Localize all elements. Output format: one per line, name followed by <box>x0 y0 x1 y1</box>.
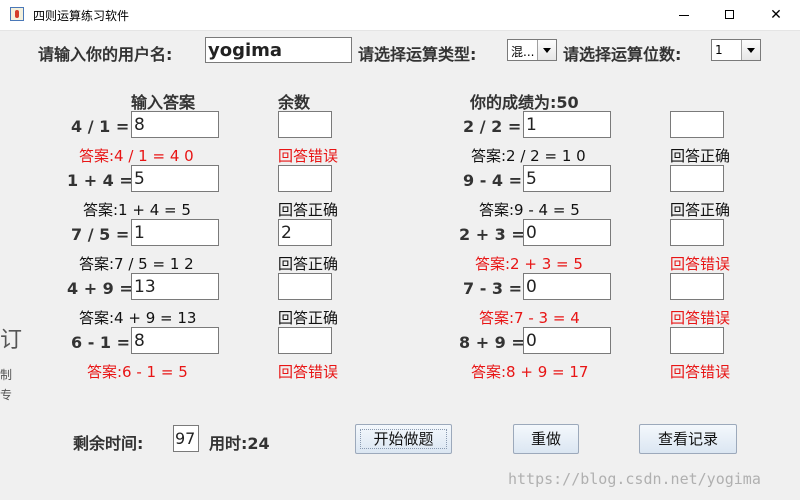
username-input[interactable] <box>205 37 352 63</box>
background-window-fragment: 订 <box>0 328 23 353</box>
correct-answer-text: 答案:9 - 4 = 5 <box>479 201 580 219</box>
answer-input[interactable] <box>523 219 611 246</box>
watermark-text: https://blog.csdn.net/yogima <box>508 470 761 488</box>
result-status: 回答正确 <box>278 201 339 219</box>
correct-answer-text: 答案:8 + 9 = 17 <box>471 363 589 381</box>
correct-answer-text: 答案:4 + 9 = 13 <box>79 309 197 327</box>
elapsed-time-label: 用时:24 <box>209 434 270 453</box>
remainder-input[interactable] <box>278 165 332 192</box>
remainder-input[interactable] <box>670 111 724 138</box>
digits-value: 1 <box>715 43 723 57</box>
problem-expression: 4 / 1 = <box>71 117 130 136</box>
remainder-input[interactable] <box>278 327 332 354</box>
answer-input[interactable] <box>131 273 219 300</box>
operation-type-value: 混... <box>511 45 535 59</box>
correct-answer-text: 答案:7 / 5 = 1 2 <box>79 255 194 273</box>
remaining-time-value <box>173 425 199 452</box>
result-status: 回答正确 <box>670 201 731 219</box>
remainder-input[interactable] <box>278 111 332 138</box>
digits-label: 请选择运算位数: <box>563 45 682 64</box>
answer-input[interactable] <box>523 165 611 192</box>
remainder-column-header: 余数 <box>278 93 311 112</box>
result-status: 回答错误 <box>670 255 731 273</box>
result-status: 回答正确 <box>278 309 339 327</box>
correct-answer-text: 答案:1 + 4 = 5 <box>83 201 191 219</box>
redo-button[interactable]: 重做 <box>513 424 579 454</box>
remainder-input[interactable] <box>670 273 724 300</box>
answer-column-header: 输入答案 <box>131 93 196 112</box>
remaining-time-label: 剩余时间: <box>73 434 144 453</box>
problem-expression: 1 + 4 = <box>67 171 133 190</box>
result-status: 回答错误 <box>278 147 339 165</box>
answer-input[interactable] <box>523 327 611 354</box>
remainder-input[interactable] <box>670 165 724 192</box>
view-records-button[interactable]: 查看记录 <box>639 424 737 454</box>
maximize-button[interactable] <box>707 0 753 30</box>
result-status: 回答错误 <box>670 363 731 381</box>
remainder-input[interactable] <box>670 327 724 354</box>
username-label: 请输入你的用户名: <box>38 45 173 64</box>
correct-answer-text: 答案:7 - 3 = 4 <box>479 309 580 327</box>
operation-type-label: 请选择运算类型: <box>358 45 477 64</box>
remainder-input[interactable] <box>670 219 724 246</box>
problem-expression: 2 + 3 = <box>459 225 525 244</box>
close-button[interactable]: ✕ <box>753 0 799 30</box>
problem-expression: 2 / 2 = <box>463 117 522 136</box>
digits-select[interactable]: 1 <box>711 39 761 61</box>
score-label: 你的成绩为:50 <box>470 93 579 112</box>
chevron-down-icon[interactable] <box>537 40 556 60</box>
answer-input[interactable] <box>523 273 611 300</box>
answer-input[interactable] <box>131 327 219 354</box>
answer-input[interactable] <box>131 219 219 246</box>
background-window-fragment: 专 <box>0 388 13 402</box>
minimize-button[interactable] <box>661 0 707 30</box>
correct-answer-text: 答案:4 / 1 = 4 0 <box>79 147 194 165</box>
operation-type-select[interactable]: 混... <box>507 39 557 61</box>
problem-expression: 9 - 4 = <box>463 171 523 190</box>
problem-expression: 8 + 9 = <box>459 333 525 352</box>
answer-input[interactable] <box>523 111 611 138</box>
chevron-down-icon[interactable] <box>741 40 760 60</box>
correct-answer-text: 答案:2 / 2 = 1 0 <box>471 147 586 165</box>
answer-input[interactable] <box>131 111 219 138</box>
java-app-icon <box>10 7 24 21</box>
remainder-input[interactable] <box>278 219 332 246</box>
correct-answer-text: 答案:6 - 1 = 5 <box>87 363 188 381</box>
problem-expression: 7 - 3 = <box>463 279 523 298</box>
answer-input[interactable] <box>131 165 219 192</box>
title-bar: 四则运算练习软件 ✕ <box>0 0 800 31</box>
result-status: 回答错误 <box>278 363 339 381</box>
result-status: 回答正确 <box>670 147 731 165</box>
start-button[interactable]: 开始做题 <box>355 424 452 454</box>
window-title: 四则运算练习软件 <box>33 9 130 23</box>
problem-expression: 4 + 9 = <box>67 279 133 298</box>
correct-answer-text: 答案:2 + 3 = 5 <box>475 255 583 273</box>
result-status: 回答正确 <box>278 255 339 273</box>
remainder-input[interactable] <box>278 273 332 300</box>
problem-expression: 7 / 5 = <box>71 225 130 244</box>
background-window-fragment: 制 <box>0 368 13 382</box>
result-status: 回答错误 <box>670 309 731 327</box>
problem-expression: 6 - 1 = <box>71 333 131 352</box>
